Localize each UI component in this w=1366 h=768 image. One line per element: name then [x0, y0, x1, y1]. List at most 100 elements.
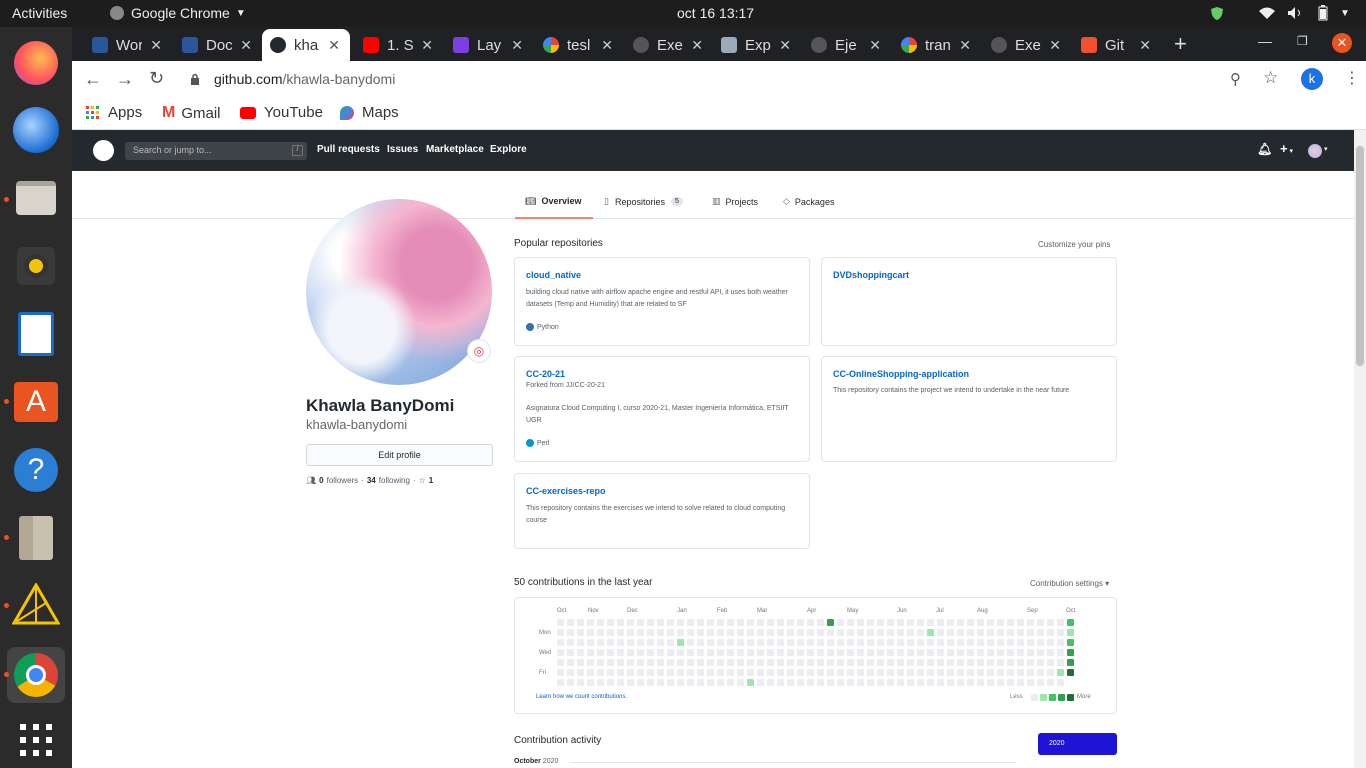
contribution-day[interactable] — [927, 669, 934, 676]
contribution-day[interactable] — [827, 679, 834, 686]
contribution-day[interactable] — [967, 669, 974, 676]
close-tab-icon[interactable]: ✕ — [601, 37, 613, 54]
contribution-day[interactable] — [897, 619, 904, 626]
contribution-day[interactable] — [867, 629, 874, 636]
contribution-day[interactable] — [697, 629, 704, 636]
contribution-day[interactable] — [707, 639, 714, 646]
contribution-day[interactable] — [577, 669, 584, 676]
contribution-day[interactable] — [877, 669, 884, 676]
contribution-day[interactable] — [857, 669, 864, 676]
contribution-day[interactable] — [567, 659, 574, 666]
contribution-day[interactable] — [747, 649, 754, 656]
browser-tab[interactable]: Exp ✕ — [713, 29, 801, 61]
close-window-button[interactable]: ✕ — [1332, 33, 1352, 53]
contribution-day[interactable] — [937, 669, 944, 676]
contribution-day[interactable] — [657, 649, 664, 656]
contribution-day[interactable] — [667, 629, 674, 636]
contribution-day[interactable] — [767, 659, 774, 666]
contribution-day[interactable] — [727, 679, 734, 686]
contribution-day[interactable] — [1017, 649, 1024, 656]
new-tab-button[interactable]: + — [1174, 31, 1187, 57]
dock-archive-manager[interactable] — [10, 512, 62, 564]
contribution-day[interactable] — [577, 629, 584, 636]
repo-card[interactable]: CC-exercises-repo This repository contai… — [514, 473, 810, 549]
contribution-day[interactable] — [787, 679, 794, 686]
contribution-day[interactable] — [957, 679, 964, 686]
contribution-day[interactable] — [1047, 649, 1054, 656]
contribution-day[interactable] — [787, 659, 794, 666]
contribution-day[interactable] — [687, 659, 694, 666]
repo-card[interactable]: CC-OnlineShopping-application This repos… — [821, 356, 1117, 462]
contribution-day[interactable] — [577, 649, 584, 656]
contribution-day[interactable] — [707, 629, 714, 636]
contribution-day[interactable] — [637, 649, 644, 656]
contribution-day[interactable] — [937, 629, 944, 636]
forward-icon[interactable]: → — [116, 69, 134, 90]
close-tab-icon[interactable]: ✕ — [1139, 37, 1151, 54]
contribution-day[interactable] — [657, 669, 664, 676]
contribution-day[interactable] — [857, 679, 864, 686]
contribution-day[interactable] — [987, 619, 994, 626]
contribution-day[interactable] — [917, 659, 924, 666]
contribution-day[interactable] — [927, 639, 934, 646]
contribution-day[interactable] — [1007, 619, 1014, 626]
contribution-day[interactable] — [847, 639, 854, 646]
dock-libreoffice-writer[interactable] — [10, 308, 62, 360]
contribution-day[interactable] — [967, 679, 974, 686]
lock-icon[interactable] — [190, 72, 200, 90]
contribution-day[interactable] — [687, 669, 694, 676]
contribution-day[interactable] — [1057, 629, 1064, 636]
contribution-day[interactable] — [877, 679, 884, 686]
contribution-day[interactable] — [707, 669, 714, 676]
contribution-day[interactable] — [687, 639, 694, 646]
contribution-day[interactable] — [757, 619, 764, 626]
contribution-day[interactable] — [867, 659, 874, 666]
following-label[interactable]: following — [379, 476, 410, 485]
contribution-day[interactable] — [567, 649, 574, 656]
contribution-day[interactable] — [637, 659, 644, 666]
contribution-day[interactable] — [607, 669, 614, 676]
contribution-day[interactable] — [1057, 619, 1064, 626]
contribution-day[interactable] — [1037, 629, 1044, 636]
contribution-day[interactable] — [817, 679, 824, 686]
contribution-day[interactable] — [757, 669, 764, 676]
contribution-day[interactable] — [707, 659, 714, 666]
contribution-day[interactable] — [767, 619, 774, 626]
contribution-day[interactable] — [997, 629, 1004, 636]
activities-button[interactable]: Activities — [12, 5, 67, 21]
contribution-day[interactable] — [857, 639, 864, 646]
close-tab-icon[interactable]: ✕ — [328, 37, 340, 54]
contribution-day[interactable] — [1067, 619, 1074, 626]
contribution-day[interactable] — [1027, 649, 1034, 656]
contribution-day[interactable] — [1007, 669, 1014, 676]
contribution-day[interactable] — [1017, 659, 1024, 666]
contribution-day[interactable] — [887, 679, 894, 686]
reload-icon[interactable]: ↻ — [149, 68, 164, 89]
contribution-day[interactable] — [1027, 639, 1034, 646]
contribution-day[interactable] — [787, 619, 794, 626]
contribution-day[interactable] — [727, 659, 734, 666]
contribution-day[interactable] — [927, 619, 934, 626]
dock-chrome[interactable] — [7, 647, 65, 703]
contribution-day[interactable] — [867, 619, 874, 626]
contribution-day[interactable] — [857, 659, 864, 666]
bookmark-youtube[interactable]: YouTube — [240, 104, 323, 121]
contribution-day[interactable] — [687, 649, 694, 656]
contribution-day[interactable] — [847, 649, 854, 656]
contribution-day[interactable] — [827, 669, 834, 676]
contribution-day[interactable] — [947, 619, 954, 626]
contribution-day[interactable] — [557, 679, 564, 686]
contribution-day[interactable] — [737, 629, 744, 636]
contribution-day[interactable] — [617, 649, 624, 656]
contribution-day[interactable] — [837, 629, 844, 636]
contribution-day[interactable] — [727, 669, 734, 676]
contribution-day[interactable] — [697, 619, 704, 626]
contribution-day[interactable] — [587, 619, 594, 626]
contribution-day[interactable] — [997, 639, 1004, 646]
contribution-day[interactable] — [997, 669, 1004, 676]
contribution-day[interactable] — [677, 669, 684, 676]
close-tab-icon[interactable]: ✕ — [779, 37, 791, 54]
contribution-day[interactable] — [1057, 679, 1064, 686]
contribution-day[interactable] — [977, 649, 984, 656]
contribution-day[interactable] — [837, 669, 844, 676]
